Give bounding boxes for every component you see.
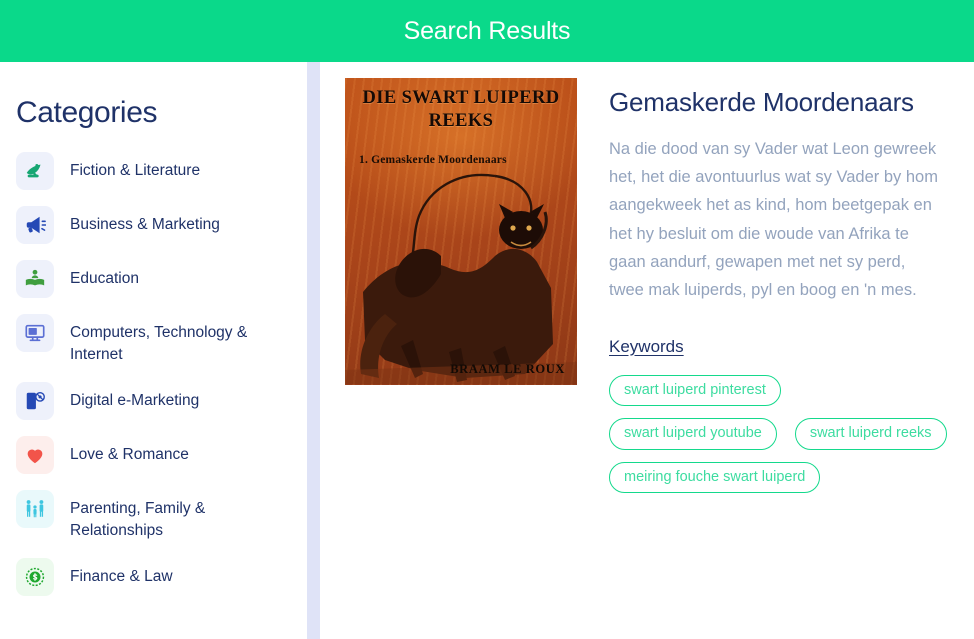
sidebar-item-label: Finance & Law (70, 568, 173, 585)
monitor-icon (16, 314, 54, 352)
sidebar-scrollbar-track[interactable] (307, 62, 627, 639)
book-details: Gemaskerde Moordenaars Na die dood van s… (577, 78, 974, 494)
keyword-pill[interactable]: meiring fouche swart luiperd (609, 461, 821, 494)
sidebar-item-parenting-family-relationships[interactable]: Parenting, Family & Relationships (8, 490, 293, 542)
keyword-pill-list: swart luiperd pinterest swart luiperd you… (609, 374, 949, 494)
sidebar-item-love-romance[interactable]: Love & Romance (8, 436, 293, 474)
page-title: Search Results (403, 16, 571, 45)
search-result-item: DIE SWART LUIPERD REEKS 1. Gemaskerde Mo… (320, 62, 974, 494)
sidebar-item-label: Business & Marketing (70, 216, 220, 233)
sidebar-item-finance-law[interactable]: Finance & Law (8, 558, 293, 596)
sidebar-item-label: Love & Romance (70, 446, 189, 463)
search-results-page: Search Results Categories Fiction & Lite… (0, 0, 974, 639)
book-title: Gemaskerde Moordenaars (609, 87, 914, 117)
sidebar-item-digital-e-marketing[interactable]: Digital e-Marketing (8, 382, 293, 420)
mobile-signal-icon (16, 382, 54, 420)
keyword-pill[interactable]: swart luiperd reeks (794, 418, 947, 450)
family-icon (16, 490, 54, 528)
sidebar-item-label: Fiction & Literature (70, 162, 201, 179)
keyword-pill[interactable]: swart luiperd pinterest (609, 374, 781, 407)
heart-icon (16, 436, 54, 474)
cover-illustration (345, 173, 577, 384)
sidebar-item-label: Computers, Technology & Internet (70, 324, 248, 363)
sidebar-item-fiction-literature[interactable]: Fiction & Literature (8, 152, 293, 190)
dollar-coin-icon (16, 558, 54, 596)
quill-hand-icon (16, 152, 54, 190)
book-cover-image[interactable]: DIE SWART LUIPERD REEKS 1. Gemaskerde Mo… (345, 78, 577, 385)
reader-person-icon (16, 260, 54, 298)
category-list: Fiction & Literature Business & Marketing… (8, 152, 293, 612)
megaphone-icon (16, 206, 54, 244)
sidebar-item-label: Parenting, Family & Relationships (70, 500, 206, 539)
book-description: Na die dood van sy Vader wat Leon gewree… (609, 139, 938, 300)
result-pane: DIE SWART LUIPERD REEKS 1. Gemaskerde Mo… (320, 62, 974, 639)
cover-subtitle: 1. Gemaskerde Moordenaars (359, 154, 507, 166)
sidebar-item-label: Digital e-Marketing (70, 392, 200, 409)
keyword-pill[interactable]: swart luiperd youtube (609, 418, 777, 450)
page-header: Search Results (0, 0, 974, 62)
sidebar-item-label: Education (70, 270, 139, 287)
categories-sidebar: Categories Fiction & Literature Business … (0, 62, 307, 639)
sidebar-heading: Categories (16, 96, 158, 129)
sidebar-item-education[interactable]: Education (8, 260, 293, 298)
cover-author: BRAAM LE ROUX (450, 362, 565, 376)
cover-title: DIE SWART LUIPERD REEKS (362, 88, 560, 132)
sidebar-item-computers-technology-internet[interactable]: Computers, Technology & Internet (8, 314, 293, 366)
keywords-heading[interactable]: Keywords (609, 337, 684, 357)
sidebar-item-business-marketing[interactable]: Business & Marketing (8, 206, 293, 244)
